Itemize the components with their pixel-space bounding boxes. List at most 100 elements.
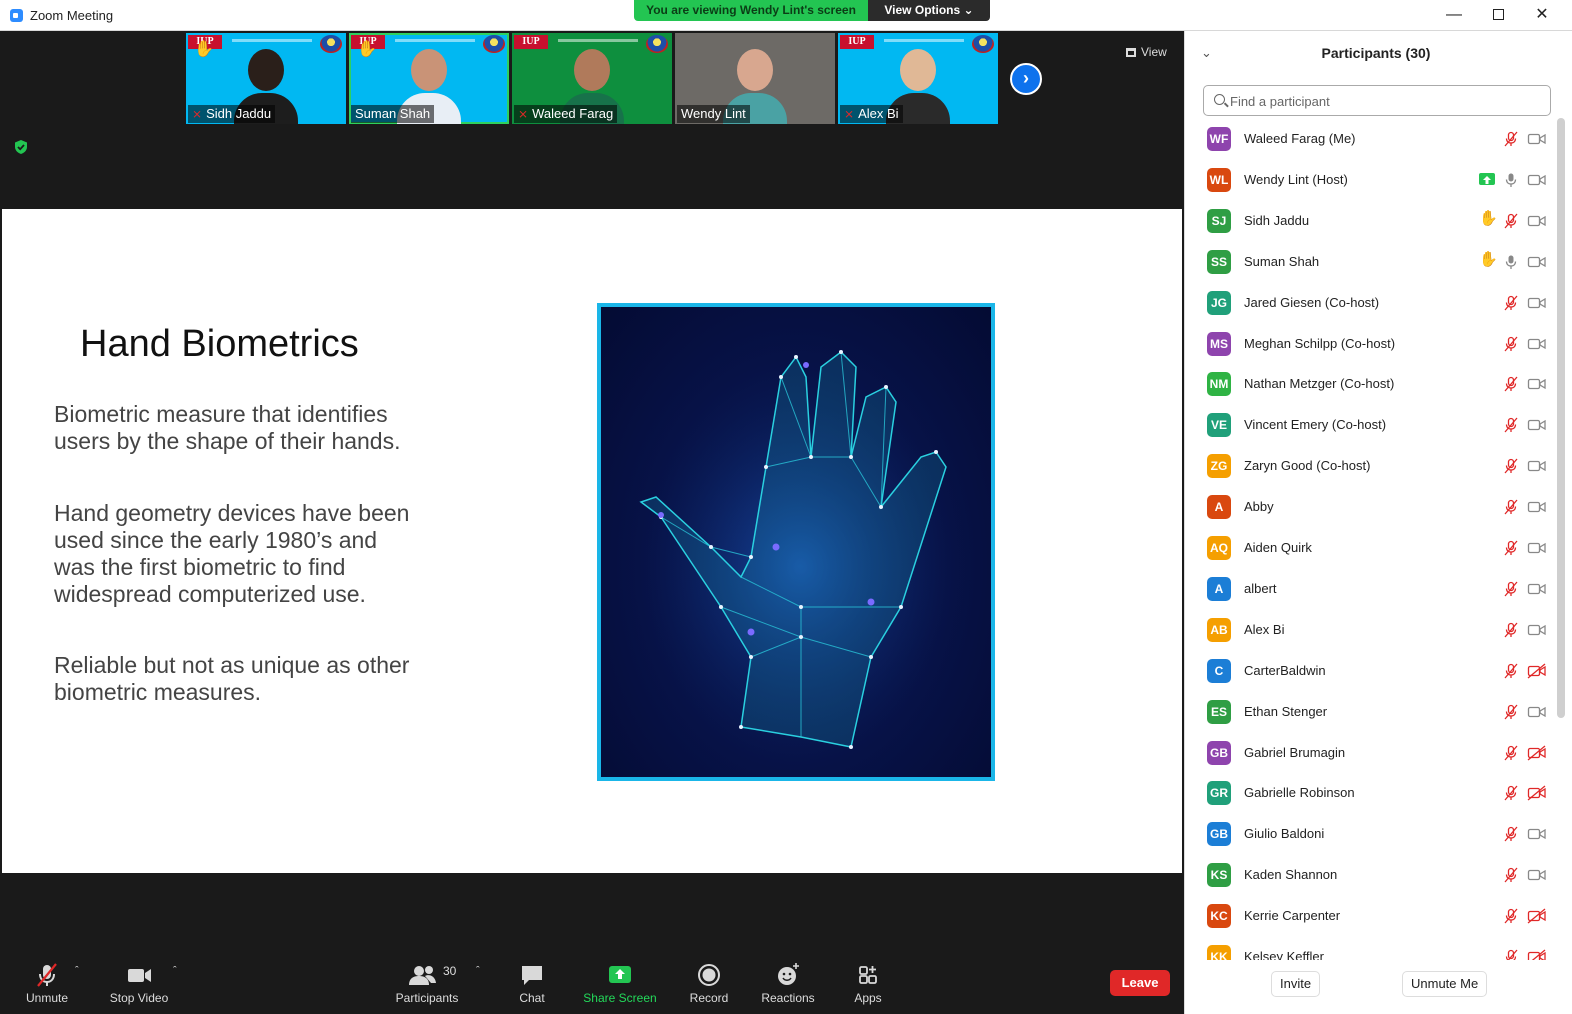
mic-muted-icon[interactable] (1503, 499, 1519, 515)
mic-muted-icon[interactable] (1503, 295, 1519, 311)
mic-muted-icon[interactable] (1503, 540, 1519, 556)
participant-list-scrollbar[interactable] (1557, 118, 1565, 718)
participant-row[interactable]: SS Suman Shah ✋ (1185, 241, 1555, 282)
leave-meeting-button[interactable]: Leave (1110, 970, 1170, 996)
close-window-button[interactable]: ✕ (1520, 2, 1564, 28)
video-off-icon[interactable] (1527, 744, 1547, 761)
participant-row[interactable]: GB Giulio Baldoni (1185, 813, 1555, 854)
apps-button[interactable]: Apps (848, 961, 888, 1007)
video-camera-icon[interactable] (1527, 295, 1547, 311)
participant-search-box[interactable] (1203, 85, 1551, 116)
video-camera-icon[interactable] (1527, 336, 1547, 352)
video-camera-icon[interactable] (1527, 540, 1547, 556)
participant-row[interactable]: GB Gabriel Brumagin (1185, 732, 1555, 773)
video-camera-icon[interactable] (1527, 458, 1547, 474)
mic-icon[interactable] (1503, 172, 1519, 188)
video-camera-icon[interactable] (1527, 131, 1547, 147)
participant-row[interactable]: WF Waleed Farag (Me) (1185, 118, 1555, 159)
chat-button[interactable]: Chat (510, 961, 554, 1007)
maximize-button[interactable] (1476, 2, 1520, 28)
mic-muted-icon[interactable] (1503, 376, 1519, 392)
video-camera-icon[interactable] (1527, 581, 1547, 597)
video-off-icon[interactable] (1527, 908, 1547, 924)
mic-muted-icon[interactable] (1503, 949, 1519, 960)
next-page-arrow-icon[interactable]: › (1010, 63, 1042, 95)
participant-row[interactable]: MS Meghan Schilpp (Co-host) (1185, 323, 1555, 364)
video-camera-icon[interactable] (1527, 172, 1547, 188)
screen-sharing-icon (1479, 172, 1495, 185)
mic-muted-icon[interactable] (1503, 704, 1519, 720)
maximize-icon (1492, 9, 1504, 21)
video-camera-icon[interactable] (1527, 704, 1547, 720)
mic-muted-icon[interactable] (1503, 745, 1519, 761)
video-off-icon[interactable] (1527, 785, 1547, 801)
mic-icon[interactable] (1503, 254, 1519, 270)
unmute-button[interactable]: Unmute (20, 961, 74, 1007)
participant-row[interactable]: AB Alex Bi (1185, 609, 1555, 650)
mic-muted-icon[interactable] (1503, 663, 1519, 679)
participant-row[interactable]: KC Kerrie Carpenter (1185, 895, 1555, 936)
participant-avatar: ES (1207, 699, 1231, 724)
participant-row[interactable]: ZG Zaryn Good (Co-host) (1185, 445, 1555, 486)
video-thumbnail[interactable]: IUP ✋ Suman Shah (349, 33, 509, 124)
mic-muted-icon[interactable] (1503, 213, 1519, 229)
minimize-button[interactable]: — (1432, 2, 1476, 28)
security-shield-icon[interactable] (13, 139, 29, 155)
participant-row[interactable]: WL Wendy Lint (Host) (1185, 159, 1555, 200)
share-screen-button[interactable]: Share Screen (582, 961, 658, 1007)
participant-row[interactable]: C CarterBaldwin (1185, 650, 1555, 691)
video-thumbnail[interactable]: IUP ✋ ⨯ Sidh Jaddu (186, 33, 346, 124)
video-off-icon[interactable] (1527, 949, 1547, 960)
participant-row[interactable]: GR Gabrielle Robinson (1185, 772, 1555, 813)
video-off-icon[interactable] (1527, 663, 1547, 679)
video-camera-icon[interactable] (1527, 826, 1547, 842)
mic-muted-icon[interactable] (1503, 785, 1519, 801)
video-camera-icon[interactable] (1527, 254, 1547, 270)
participant-row[interactable]: NM Nathan Metzger (Co-host) (1185, 363, 1555, 404)
video-camera-icon[interactable] (1527, 622, 1547, 638)
video-camera-icon[interactable] (1527, 867, 1547, 883)
participant-row[interactable]: JG Jared Giesen (Co-host) (1185, 282, 1555, 323)
stop-video-button[interactable]: Stop Video (106, 961, 172, 1007)
video-camera-icon[interactable] (1527, 213, 1547, 229)
mic-muted-icon[interactable] (1503, 417, 1519, 433)
mic-muted-icon[interactable] (1503, 581, 1519, 597)
view-options-button[interactable]: View Options ⌄ (868, 0, 990, 21)
reactions-button[interactable]: Reactions (758, 961, 818, 1007)
mic-muted-icon[interactable] (1503, 336, 1519, 352)
participant-row[interactable]: ES Ethan Stenger (1185, 691, 1555, 732)
mic-muted-icon[interactable] (1503, 622, 1519, 638)
participants-options-caret-icon[interactable]: ˆ (476, 965, 480, 977)
view-layout-button[interactable]: View (1120, 41, 1176, 63)
participant-avatar: SS (1207, 249, 1231, 274)
video-camera-icon[interactable] (1527, 417, 1547, 433)
video-thumbnail[interactable]: Wendy Lint (675, 33, 835, 124)
unmute-me-button[interactable]: Unmute Me (1402, 971, 1488, 997)
participant-list[interactable]: WF Waleed Farag (Me) WL Wendy Lint (Host) SJ… (1185, 118, 1555, 960)
participant-row[interactable]: AQ Aiden Quirk (1185, 527, 1555, 568)
invite-button[interactable]: Invite (1271, 971, 1321, 997)
mic-muted-icon[interactable] (1503, 458, 1519, 474)
video-camera-icon[interactable] (1527, 499, 1547, 515)
mic-muted-icon[interactable] (1503, 867, 1519, 883)
collapse-panel-chevron-icon[interactable]: ⌄ (1201, 45, 1212, 61)
video-thumbnail[interactable]: IUP ⨯ Alex Bi (838, 33, 998, 124)
mic-muted-icon[interactable] (1503, 826, 1519, 842)
record-button[interactable]: Record (686, 961, 732, 1007)
mic-muted-icon[interactable] (1503, 131, 1519, 147)
mic-muted-icon[interactable] (1503, 908, 1519, 924)
participant-row[interactable]: KK Kelsey Keffler (1185, 936, 1555, 960)
video-name-tag: Suman Shah (351, 105, 435, 123)
participant-row[interactable]: KS Kaden Shannon (1185, 854, 1555, 895)
video-camera-icon[interactable] (1527, 376, 1547, 392)
window-title: Zoom Meeting (30, 8, 114, 23)
video-thumbnail[interactable]: IUP ⨯ Waleed Farag (512, 33, 672, 124)
view-options-label: View Options (884, 3, 961, 17)
participant-row[interactable]: Aalbert (1185, 568, 1555, 609)
audio-options-caret-icon[interactable]: ˆ (75, 965, 79, 977)
participant-row[interactable]: VE Vincent Emery (Co-host) (1185, 404, 1555, 445)
participant-search-input[interactable] (1230, 91, 1540, 111)
video-options-caret-icon[interactable]: ˆ (173, 965, 177, 977)
participant-row[interactable]: SJ Sidh Jaddu ✋ (1185, 200, 1555, 241)
participant-row[interactable]: A Abby (1185, 486, 1555, 527)
